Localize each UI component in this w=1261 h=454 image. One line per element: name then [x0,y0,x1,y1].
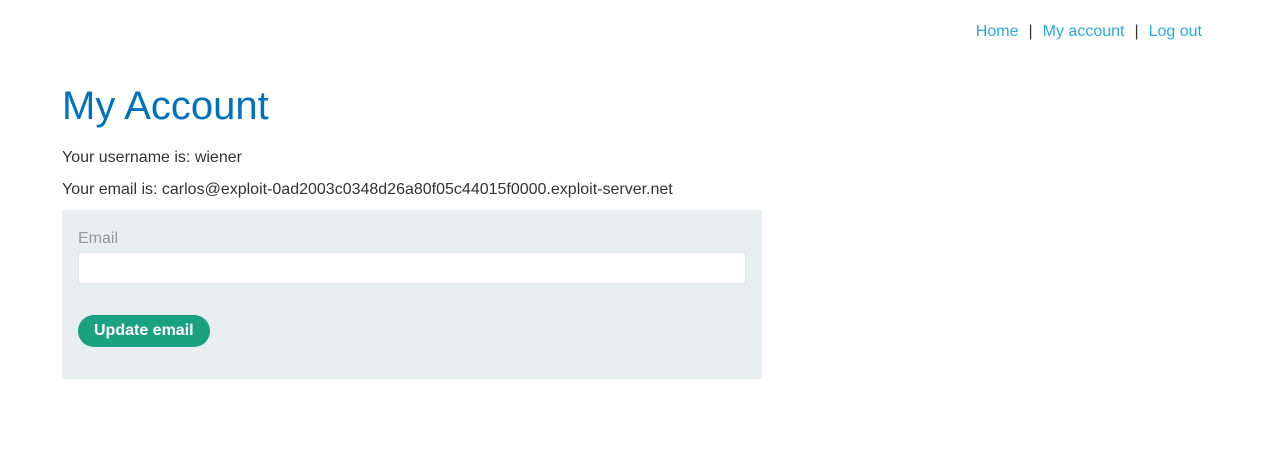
nav-my-account-link[interactable]: My account [1043,22,1125,42]
nav-separator: | [1134,23,1139,40]
email-label: Email [78,230,119,247]
update-email-button[interactable]: Update email [78,315,210,347]
username-text: Your username is: wiener [62,149,242,166]
email-text: Your email is: carlos@exploit-0ad2003c03… [62,181,673,198]
nav-log-out-link[interactable]: Log out [1149,22,1202,42]
page-title: My Account [62,84,269,128]
account-content: My Account Your username is: wiener Your… [62,80,762,379]
nav-separator: | [1028,23,1033,40]
nav-home-link[interactable]: Home [976,22,1019,42]
top-navigation: Home | My account | Log out [976,22,1202,42]
email-input[interactable] [78,252,746,284]
change-email-form: Email Update email [62,210,762,379]
